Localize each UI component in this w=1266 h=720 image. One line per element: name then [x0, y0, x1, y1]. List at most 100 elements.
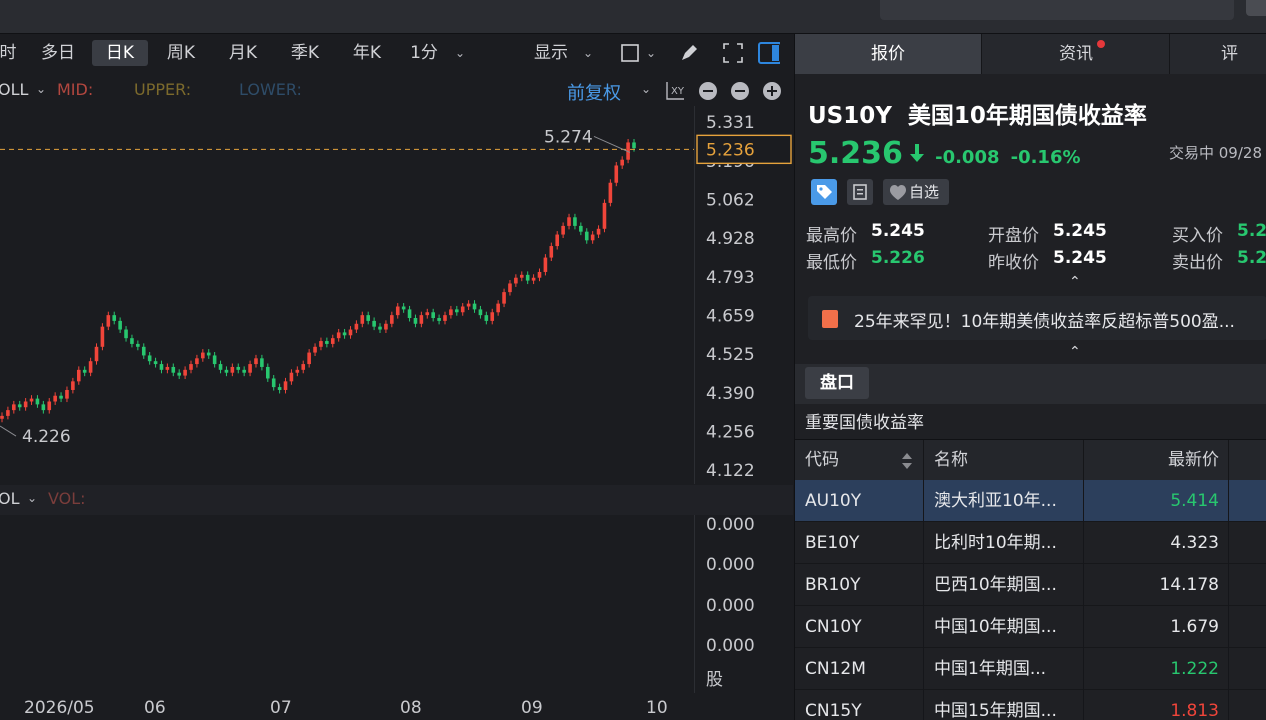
- collapse-quote-icon[interactable]: ⌃: [1069, 274, 1081, 290]
- zoom-in-icon[interactable]: [761, 80, 783, 102]
- tab-news[interactable]: 资讯: [983, 34, 1170, 74]
- volume-tick-label: 0.000: [706, 596, 755, 616]
- candle-body: [141, 346, 146, 356]
- x-tick-label: 10: [646, 698, 668, 718]
- row-name: 澳大利亚10年...: [934, 491, 1057, 511]
- candle-body: [537, 271, 542, 278]
- volume-indicator-select[interactable]: OL: [0, 489, 20, 508]
- zoom-out-icon[interactable]: [697, 80, 719, 102]
- col-code[interactable]: 代码: [805, 440, 839, 480]
- volume-tick-label: 0.000: [706, 515, 755, 535]
- candle-body: [614, 165, 619, 183]
- row-code: BE10Y: [805, 533, 860, 553]
- shape-chevron-down-icon[interactable]: ⌄: [646, 46, 656, 60]
- candlestick-chart[interactable]: 5.3315.1965.0624.9284.7934.6594.5254.390…: [0, 106, 793, 484]
- top-action-button[interactable]: [1246, 0, 1266, 16]
- y-tick-label: 4.793: [706, 268, 755, 288]
- row-code: CN12M: [805, 659, 866, 679]
- last-price: 5.236: [808, 136, 903, 171]
- candle-body: [124, 329, 128, 339]
- candle-body: [425, 312, 430, 316]
- tab-pankou[interactable]: 盘口: [805, 367, 869, 399]
- adjust-select[interactable]: 前复权: [567, 79, 621, 105]
- col-name[interactable]: 名称: [934, 440, 968, 480]
- period-weekly-k[interactable]: 周K: [158, 40, 204, 66]
- row-code: CN15Y: [805, 701, 862, 720]
- candle-body: [265, 366, 270, 379]
- volume-unit-label: 股: [706, 670, 723, 690]
- pankou-row: 盘口: [795, 364, 1266, 404]
- period-chevron-down-icon[interactable]: ⌄: [455, 46, 465, 60]
- sort-icon[interactable]: [901, 452, 913, 470]
- period-monthly-k[interactable]: 月K: [220, 40, 266, 66]
- collapse-news-icon[interactable]: ⌃: [1069, 344, 1081, 360]
- period-daily-k[interactable]: 日K: [92, 40, 148, 66]
- candle-body: [632, 142, 636, 149]
- candle-body: [561, 225, 565, 235]
- zoom-reset-icon[interactable]: [729, 80, 751, 102]
- candle-body: [620, 159, 624, 166]
- note-icon[interactable]: [847, 179, 873, 205]
- table-row[interactable]: CN12M 中国1年期国... 1.222: [795, 648, 1266, 690]
- adjust-chevron-down-icon[interactable]: ⌄: [641, 82, 651, 96]
- row-price: 1.813: [1170, 701, 1219, 720]
- x-tick-label: 08: [400, 698, 422, 718]
- fullscreen-icon[interactable]: [722, 42, 744, 64]
- period-multiday[interactable]: 多日: [34, 40, 82, 66]
- symbol-title: US10Y 美国10年期国债收益率: [808, 96, 1147, 130]
- col-price[interactable]: 最新价: [1168, 440, 1219, 480]
- table-row[interactable]: CN10Y 中国10年期国... 1.679: [795, 606, 1266, 648]
- rectangle-icon[interactable]: [620, 42, 642, 64]
- candle-body: [466, 303, 471, 307]
- candle-body: [484, 315, 489, 321]
- indicator-chevron-down-icon[interactable]: ⌄: [36, 82, 46, 96]
- y-tick-label: 4.122: [706, 461, 755, 481]
- volume-tick-label: 0.000: [706, 555, 755, 575]
- candle-body: [254, 358, 258, 365]
- candle-body: [437, 318, 441, 321]
- candle-body: [413, 318, 418, 324]
- tag-icon[interactable]: [811, 179, 837, 205]
- display-menu[interactable]: 显示: [530, 40, 572, 66]
- y-tick-label: 5.062: [706, 190, 755, 210]
- volume-chevron-down-icon[interactable]: ⌄: [27, 491, 37, 505]
- candle-body: [289, 372, 294, 382]
- display-chevron-down-icon[interactable]: ⌄: [583, 46, 593, 60]
- table-row[interactable]: BE10Y 比利时10年期... 4.323: [795, 522, 1266, 564]
- volume-chart[interactable]: 0.000 0.000 0.000 0.000 股 2026/05 06 07 08 09 10: [0, 515, 793, 720]
- current-price-label: 5.236: [706, 140, 755, 160]
- sidebar-toggle-icon[interactable]: [758, 42, 780, 64]
- x-tick-label: 2026/05: [24, 698, 95, 718]
- watchlist-button[interactable]: 自选: [883, 179, 949, 205]
- period-1min[interactable]: 1分: [406, 40, 442, 66]
- candle-body: [460, 306, 465, 313]
- candle-body: [224, 369, 229, 373]
- pen-icon[interactable]: [678, 42, 700, 64]
- candle-body: [348, 329, 353, 336]
- top-search-input[interactable]: [880, 0, 1234, 20]
- period-intraday[interactable]: 时: [0, 40, 20, 66]
- row-price: 5.414: [1170, 491, 1219, 511]
- candle-body: [35, 398, 40, 405]
- main-indicator-select[interactable]: OLL: [0, 80, 28, 99]
- period-yearly-k[interactable]: 年K: [344, 40, 390, 66]
- candle-body: [602, 202, 607, 229]
- candle-body: [366, 315, 371, 321]
- candle-body: [100, 326, 105, 347]
- indicator-upper: UPPER:: [134, 80, 192, 99]
- high-label: 最高价: [806, 226, 857, 246]
- candle-body: [112, 315, 117, 321]
- tab-comments[interactable]: 评: [1171, 34, 1266, 74]
- candle-body: [508, 283, 512, 293]
- table-row[interactable]: AU10Y 澳大利亚10年... 5.414: [795, 480, 1266, 522]
- candle-body: [0, 415, 4, 419]
- candle-body: [336, 332, 341, 339]
- scale-axis-icon[interactable]: XY: [664, 80, 686, 102]
- tab-quote[interactable]: 报价: [795, 34, 982, 74]
- period-quarterly-k[interactable]: 季K: [282, 40, 328, 66]
- x-tick-label: 07: [270, 698, 292, 718]
- row-code: AU10Y: [805, 491, 862, 511]
- table-row[interactable]: BR10Y 巴西10年期国... 14.178: [795, 564, 1266, 606]
- news-headline[interactable]: 25年来罕见！10年期美债收益率反超标普500盈...: [808, 296, 1266, 340]
- table-row[interactable]: CN15Y 中国15年期国... 1.813: [795, 690, 1266, 720]
